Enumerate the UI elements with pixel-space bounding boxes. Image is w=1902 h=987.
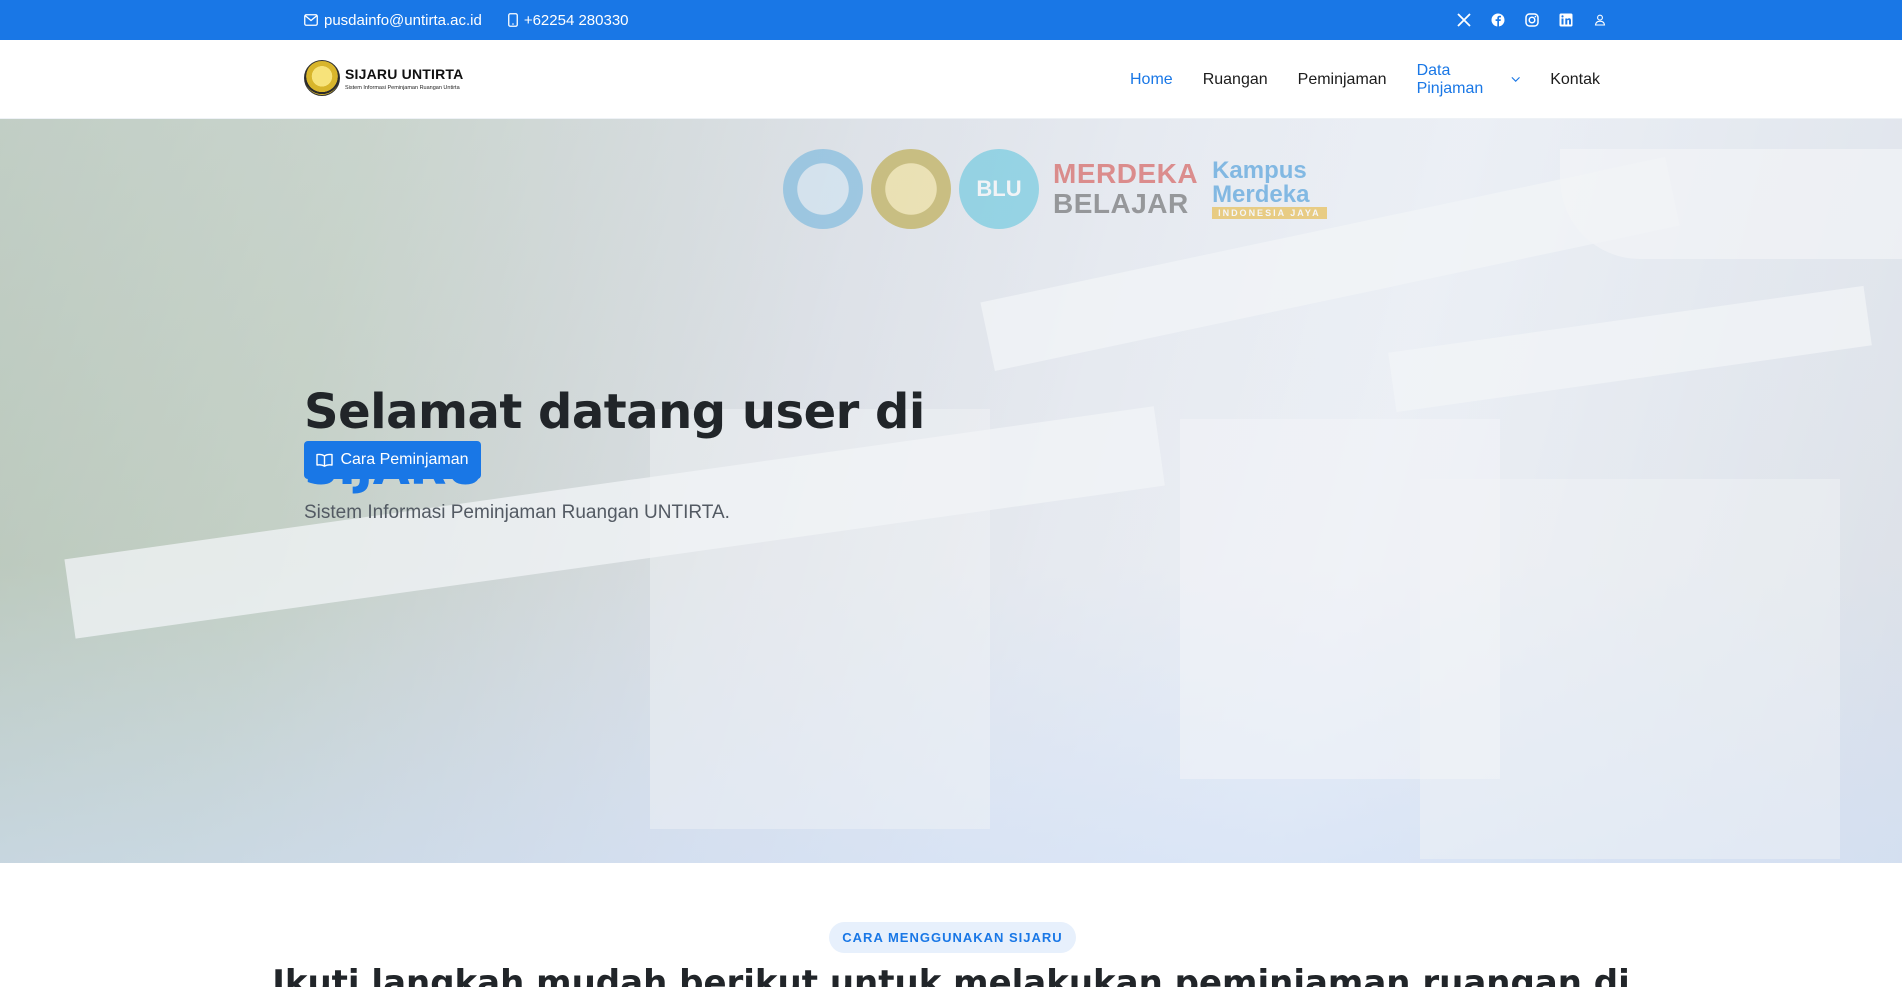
phone-text: +62254 280330 xyxy=(523,11,629,29)
hero-title: Selamat datang user di SIJARU xyxy=(304,384,1004,496)
email-text: pusdainfo@untirta.ac.id xyxy=(324,11,482,29)
main-navigation: Home Ruangan Peminjaman Data Pinjaman Ko… xyxy=(1100,40,1600,119)
top-contact-bar: pusdainfo@untirta.ac.id +62254 280330 xyxy=(0,0,1902,40)
facebook-icon[interactable] xyxy=(1481,13,1515,27)
merdeka-belajar-logo: MERDEKA BELAJAR xyxy=(1053,159,1198,219)
partner-logos: BLU MERDEKA BELAJAR Kampus Merdeka INDON… xyxy=(783,149,1327,229)
cara-peminjaman-label: Cara Peminjaman xyxy=(340,451,469,468)
blu-logo-text: BLU xyxy=(976,176,1022,201)
chevron-down-icon xyxy=(1511,76,1520,82)
phone-contact[interactable]: +62254 280330 xyxy=(507,11,629,29)
nav-kontak[interactable]: Kontak xyxy=(1550,71,1600,89)
cara-peminjaman-button[interactable]: Cara Peminjaman xyxy=(304,441,481,479)
email-contact[interactable]: pusdainfo@untirta.ac.id xyxy=(304,12,482,29)
phone-icon xyxy=(507,13,518,27)
contact-info: pusdainfo@untirta.ac.id +62254 280330 xyxy=(304,0,655,40)
social-links xyxy=(1447,0,1617,40)
x-twitter-icon[interactable] xyxy=(1447,13,1481,27)
nav-peminjaman[interactable]: Peminjaman xyxy=(1298,71,1387,89)
kampus-merdeka-line1: Kampus xyxy=(1212,157,1307,184)
instagram-icon[interactable] xyxy=(1515,13,1549,27)
logo-subtitle: Sistem Informasi Peminjaman Ruangan Unti… xyxy=(345,84,460,91)
untirta-emblem-icon xyxy=(304,60,340,96)
merdeka-belajar-line1: MERDEKA xyxy=(1053,158,1199,189)
site-logo[interactable]: SIJARU UNTIRTA Sistem Informasi Peminjam… xyxy=(304,60,463,96)
user-icon[interactable] xyxy=(1583,14,1617,26)
book-open-icon xyxy=(316,453,334,467)
blu-logo-icon: BLU xyxy=(959,149,1039,229)
nav-data-pinjaman-label: Data Pinjaman xyxy=(1416,61,1484,97)
kemendikbud-logo-icon xyxy=(783,149,863,229)
envelope-icon xyxy=(304,14,318,26)
nav-data-pinjaman[interactable]: Data Pinjaman xyxy=(1417,62,1521,98)
logo-name: SIJARU UNTIRTA xyxy=(345,65,464,82)
hero-background-building xyxy=(1388,285,1872,413)
untirta-logo-icon xyxy=(871,149,951,229)
kampus-merdeka-logo: Kampus Merdeka INDONESIA JAYA xyxy=(1212,159,1327,219)
hero-section: BLU MERDEKA BELAJAR Kampus Merdeka INDON… xyxy=(0,119,1902,863)
kampus-merdeka-tagline: INDONESIA JAYA xyxy=(1212,207,1327,219)
linkedin-icon[interactable] xyxy=(1549,13,1583,27)
section-title: Ikuti langkah mudah berikut untuk melaku… xyxy=(272,963,1630,987)
section-badge: CARA MENGGUNAKAN SIJARU xyxy=(829,922,1076,953)
hero-subtitle: Sistem Informasi Peminjaman Ruangan UNTI… xyxy=(304,502,730,523)
kampus-merdeka-line2: Merdeka xyxy=(1212,181,1310,208)
hero-background-building xyxy=(1420,479,1840,859)
nav-home[interactable]: Home xyxy=(1130,71,1173,89)
hero-title-line1: Selamat datang user di xyxy=(304,384,925,440)
hero-background-building xyxy=(1560,149,1902,259)
merdeka-belajar-line2: BELAJAR xyxy=(1053,188,1189,219)
nav-ruangan[interactable]: Ruangan xyxy=(1203,71,1268,89)
site-header: SIJARU UNTIRTA Sistem Informasi Peminjam… xyxy=(0,40,1902,119)
